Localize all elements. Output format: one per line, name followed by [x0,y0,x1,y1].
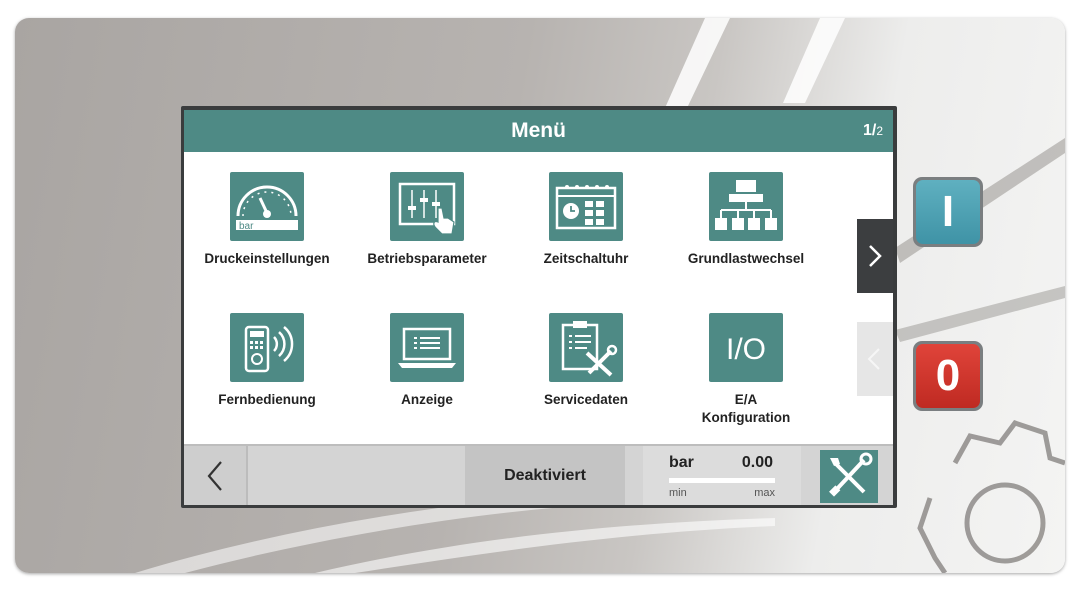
menu-item-zeitschaltuhr[interactable]: Zeitschaltuhr [511,172,661,268]
page-title: Menü [511,119,566,142]
io-icon: I/O [726,333,766,366]
menu-item-label-line: Konfiguration [701,410,791,425]
remote-control-icon [244,325,294,373]
menu-item-betriebsparameter[interactable]: Betriebsparameter [352,172,502,268]
clipboard-tools-icon [561,321,618,377]
menu-tile[interactable]: I/O [709,313,783,382]
pressure-gauge-icon: bar [236,185,298,232]
menu-item-label: Druckeinstellungen [204,251,330,266]
calendar-clock-icon [555,185,617,230]
pressure-max-label: max [754,487,775,499]
menu-item-label: Fernbedienung [218,392,316,407]
status-text: Deaktiviert [504,467,586,484]
chevron-left-icon [207,461,222,491]
off-button-label: 0 [916,344,980,408]
page-current: 1 [862,122,872,139]
pressure-unit: bar [669,454,694,471]
menu-item-servicedaten[interactable]: Servicedaten [511,313,661,409]
status-field: Deaktiviert [465,446,625,505]
wrench-screwdriver-icon [829,452,873,497]
page-total: 2 [876,124,883,138]
menu-item-label: E/A Konfiguration [671,391,821,427]
menu-item-druckeinstellungen[interactable]: bar Druckeinstellungen [192,172,342,268]
pressure-readout: bar 0.00 min max [643,446,801,505]
chevron-left-icon [867,348,880,370]
menu-item-label: Betriebsparameter [367,251,487,266]
bottom-bar: Deaktiviert bar 0.00 min max [184,444,893,505]
menu-item-label: Zeitschaltuhr [543,251,629,266]
menu-item-label-line: E/A [734,392,758,407]
menu-tile[interactable] [549,313,623,382]
menu-item-grundlastwechsel[interactable]: Grundlastwechsel [671,172,821,268]
pressure-value: 0.00 [741,454,773,471]
menu-tile[interactable] [709,172,783,241]
chevron-right-icon [869,245,882,267]
gauge-icon-text: bar [239,221,254,232]
sliders-hand-icon [398,182,456,235]
io-icon-text: I/O [726,333,766,366]
menu-tile[interactable] [549,172,623,241]
next-page-button[interactable] [857,219,893,293]
menu-tile[interactable] [230,313,304,382]
menu-item-label: Grundlastwechsel [687,251,805,266]
pressure-bar [669,478,775,483]
menu-tile[interactable] [390,172,464,241]
menu-item-label: Anzeige [401,392,453,407]
menu-item-label: Servicedaten [543,392,629,407]
menu-tile[interactable] [390,313,464,382]
menu-item-ea-konfiguration[interactable]: I/O E/A Konfiguration [671,313,821,427]
back-button[interactable] [184,446,248,505]
on-button[interactable]: I [913,177,983,247]
menu-item-fernbedienung[interactable]: Fernbedienung [192,313,342,409]
title-bar: Menü 1/2 [184,110,893,152]
on-button-label: I [916,180,980,244]
touch-display: Menü 1/2 bar Druckeinstellungen Betriebs… [184,110,893,505]
service-tools-button[interactable] [820,450,878,503]
previous-page-button[interactable] [857,322,893,396]
menu-tile[interactable]: bar [230,172,304,241]
off-button[interactable]: 0 [913,341,983,411]
menu-item-anzeige[interactable]: Anzeige [352,313,502,409]
page-indicator: 1/2 [863,122,883,140]
pressure-min-label: min [669,487,687,499]
laptop-icon [398,327,456,368]
hierarchy-icon [715,180,777,230]
